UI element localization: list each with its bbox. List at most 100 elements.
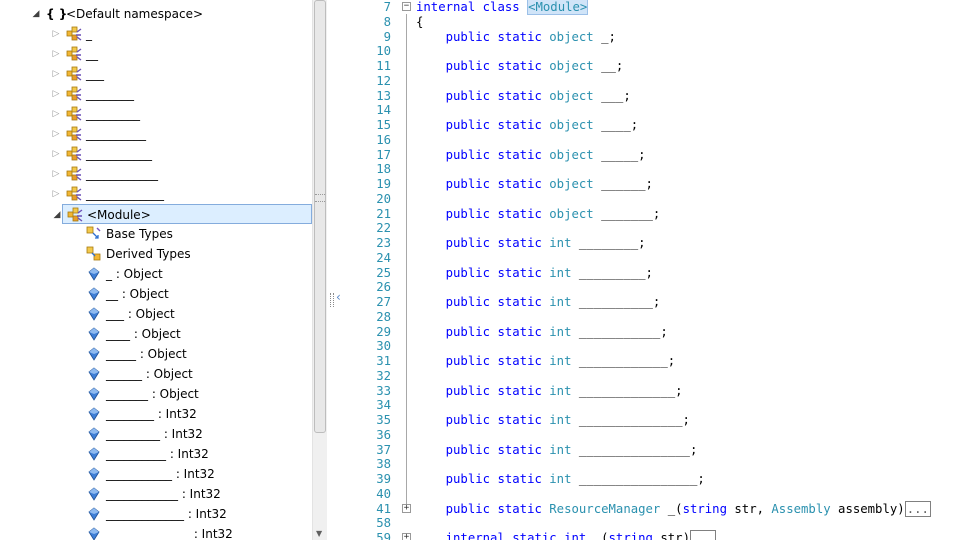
code-line: 26: [347, 280, 974, 295]
expand-arrow-icon[interactable]: ▷: [50, 44, 62, 64]
tree-node-member[interactable]: __ : Object: [0, 284, 312, 304]
code-token: static: [497, 236, 542, 250]
code-token: public: [445, 442, 491, 457]
code-token: internal: [416, 0, 476, 14]
collapsed-region-button[interactable]: ...: [904, 500, 931, 517]
expand-region-icon[interactable]: +: [402, 533, 411, 540]
tree-node-member[interactable]: ______________ : Int32: [0, 524, 312, 540]
tree-node-member[interactable]: ______ : Object: [0, 364, 312, 384]
tree-node-label: ____________: [86, 167, 158, 181]
tree-node-member[interactable]: ________ : Int32: [0, 404, 312, 424]
tree-node-member[interactable]: ___________ : Int32: [0, 464, 312, 484]
tree-node-label: ________: [86, 87, 134, 101]
collapsed-region-button[interactable]: ...: [689, 530, 717, 540]
code-token: public: [445, 236, 491, 250]
line-number: 21: [376, 206, 391, 221]
class-icon: [66, 106, 82, 122]
line-number: 24: [376, 250, 391, 265]
code-token: class: [482, 0, 520, 14]
tree-node-member[interactable]: ____ : Object: [0, 324, 312, 344]
expand-arrow-icon[interactable]: ▷: [50, 64, 62, 84]
code-token: int: [549, 383, 572, 398]
line-number: 15: [376, 118, 391, 132]
tree-node-label: __: [86, 47, 98, 61]
line-number: 33: [376, 383, 391, 398]
code-token: _____;: [593, 147, 646, 162]
code-line: 39 public static int ________________;: [347, 472, 974, 487]
expand-arrow-icon[interactable]: ▷: [50, 104, 62, 124]
code-editor[interactable]: 7− internal class <Module> 8{9 public stat…: [347, 0, 974, 540]
tree-node-member[interactable]: ___ : Object: [0, 304, 312, 324]
tree-node-class[interactable]: ▷ ___________: [0, 144, 312, 164]
tree-node-class[interactable]: ▷ __________: [0, 124, 312, 144]
line-number: 30: [376, 339, 391, 354]
code-token: object: [549, 147, 594, 162]
collapse-arrow-icon[interactable]: ◢: [30, 4, 42, 24]
scrollbar-grip-icon: [315, 194, 325, 202]
code-token: ___;: [593, 88, 631, 103]
tree-node-class[interactable]: ▷ _____________: [0, 184, 312, 204]
code-token: int: [549, 413, 572, 427]
tree-node-member[interactable]: Derived Types: [0, 244, 312, 264]
code-token: _(: [586, 531, 609, 540]
tree-node-label: ___: [86, 67, 104, 81]
tree-node-label: _______ : Object: [106, 387, 199, 401]
expand-arrow-icon[interactable]: ▷: [50, 124, 62, 144]
expand-arrow-icon[interactable]: ▷: [50, 164, 62, 184]
tree-node-class[interactable]: ▷ _: [0, 24, 312, 44]
collapse-region-icon[interactable]: −: [402, 2, 411, 11]
collapse-arrow-icon[interactable]: ◢: [51, 205, 63, 225]
tree-node-class[interactable]: ▷ ________: [0, 84, 312, 104]
code-text: public static int _______________;: [416, 442, 698, 458]
code-line: 24: [347, 251, 974, 266]
scroll-down-icon[interactable]: ▼: [316, 530, 322, 538]
tree-node-class[interactable]: ▷ ____________: [0, 164, 312, 184]
tree-node-member[interactable]: _____________ : Int32: [0, 504, 312, 524]
expand-arrow-icon[interactable]: ▷: [50, 184, 62, 204]
code-token: static: [497, 118, 542, 132]
line-number: 38: [376, 457, 391, 472]
tree-node-label: Derived Types: [106, 247, 191, 261]
tree-node-member[interactable]: _________ : Int32: [0, 424, 312, 444]
collapse-panel-icon[interactable]: ‹: [336, 290, 341, 304]
line-number: 40: [376, 486, 391, 501]
code-token: static: [497, 413, 542, 427]
line-number: 36: [376, 427, 391, 442]
tree-node-class[interactable]: ▷ _________: [0, 104, 312, 124]
line-number: 34: [376, 398, 391, 413]
base-types-icon: [86, 226, 102, 242]
line-number: 16: [376, 132, 391, 147]
panel-splitter[interactable]: ‹: [327, 0, 347, 540]
tree-node-label: __________ : Int32: [106, 447, 209, 461]
code-line: 18: [347, 162, 974, 177]
tree-node-member[interactable]: _____ : Object: [0, 344, 312, 364]
code-token: public: [445, 265, 491, 280]
tree-vertical-scrollbar[interactable]: ▼: [312, 0, 327, 540]
scrollbar-thumb[interactable]: [314, 0, 326, 433]
expand-region-icon[interactable]: +: [402, 503, 411, 513]
tree-node-class[interactable]: ▷ __: [0, 44, 312, 64]
code-line: 20: [347, 192, 974, 207]
line-number: 10: [376, 44, 391, 59]
tree-node-label: ___________ : Int32: [106, 467, 215, 481]
expand-arrow-icon[interactable]: ▷: [50, 24, 62, 44]
tree-node-member[interactable]: _ : Object: [0, 264, 312, 284]
line-number: 18: [376, 162, 391, 177]
code-token: string: [608, 531, 653, 540]
code-token: static: [497, 442, 542, 457]
expand-arrow-icon[interactable]: ▷: [50, 144, 62, 164]
code-line: 17 public static object _____;: [347, 148, 974, 163]
splitter-grip-icon[interactable]: [330, 293, 334, 307]
tree-node-member[interactable]: __________ : Int32: [0, 444, 312, 464]
tree-node-class[interactable]: ▷ ___: [0, 64, 312, 84]
code-line: 23 public static int ________;: [347, 236, 974, 251]
code-text: public static object __;: [416, 59, 624, 74]
tree-node-member[interactable]: ____________ : Int32: [0, 484, 312, 504]
tree-node-member[interactable]: _______ : Object: [0, 384, 312, 404]
expand-arrow-icon[interactable]: ▷: [50, 84, 62, 104]
code-token: static: [497, 324, 542, 339]
tree-node-module[interactable]: ◢ <Module>: [54, 204, 312, 224]
tree-node-default-namespace[interactable]: ◢ { } <Default namespace>: [0, 4, 312, 24]
tree-node-member[interactable]: Base Types: [0, 224, 312, 244]
